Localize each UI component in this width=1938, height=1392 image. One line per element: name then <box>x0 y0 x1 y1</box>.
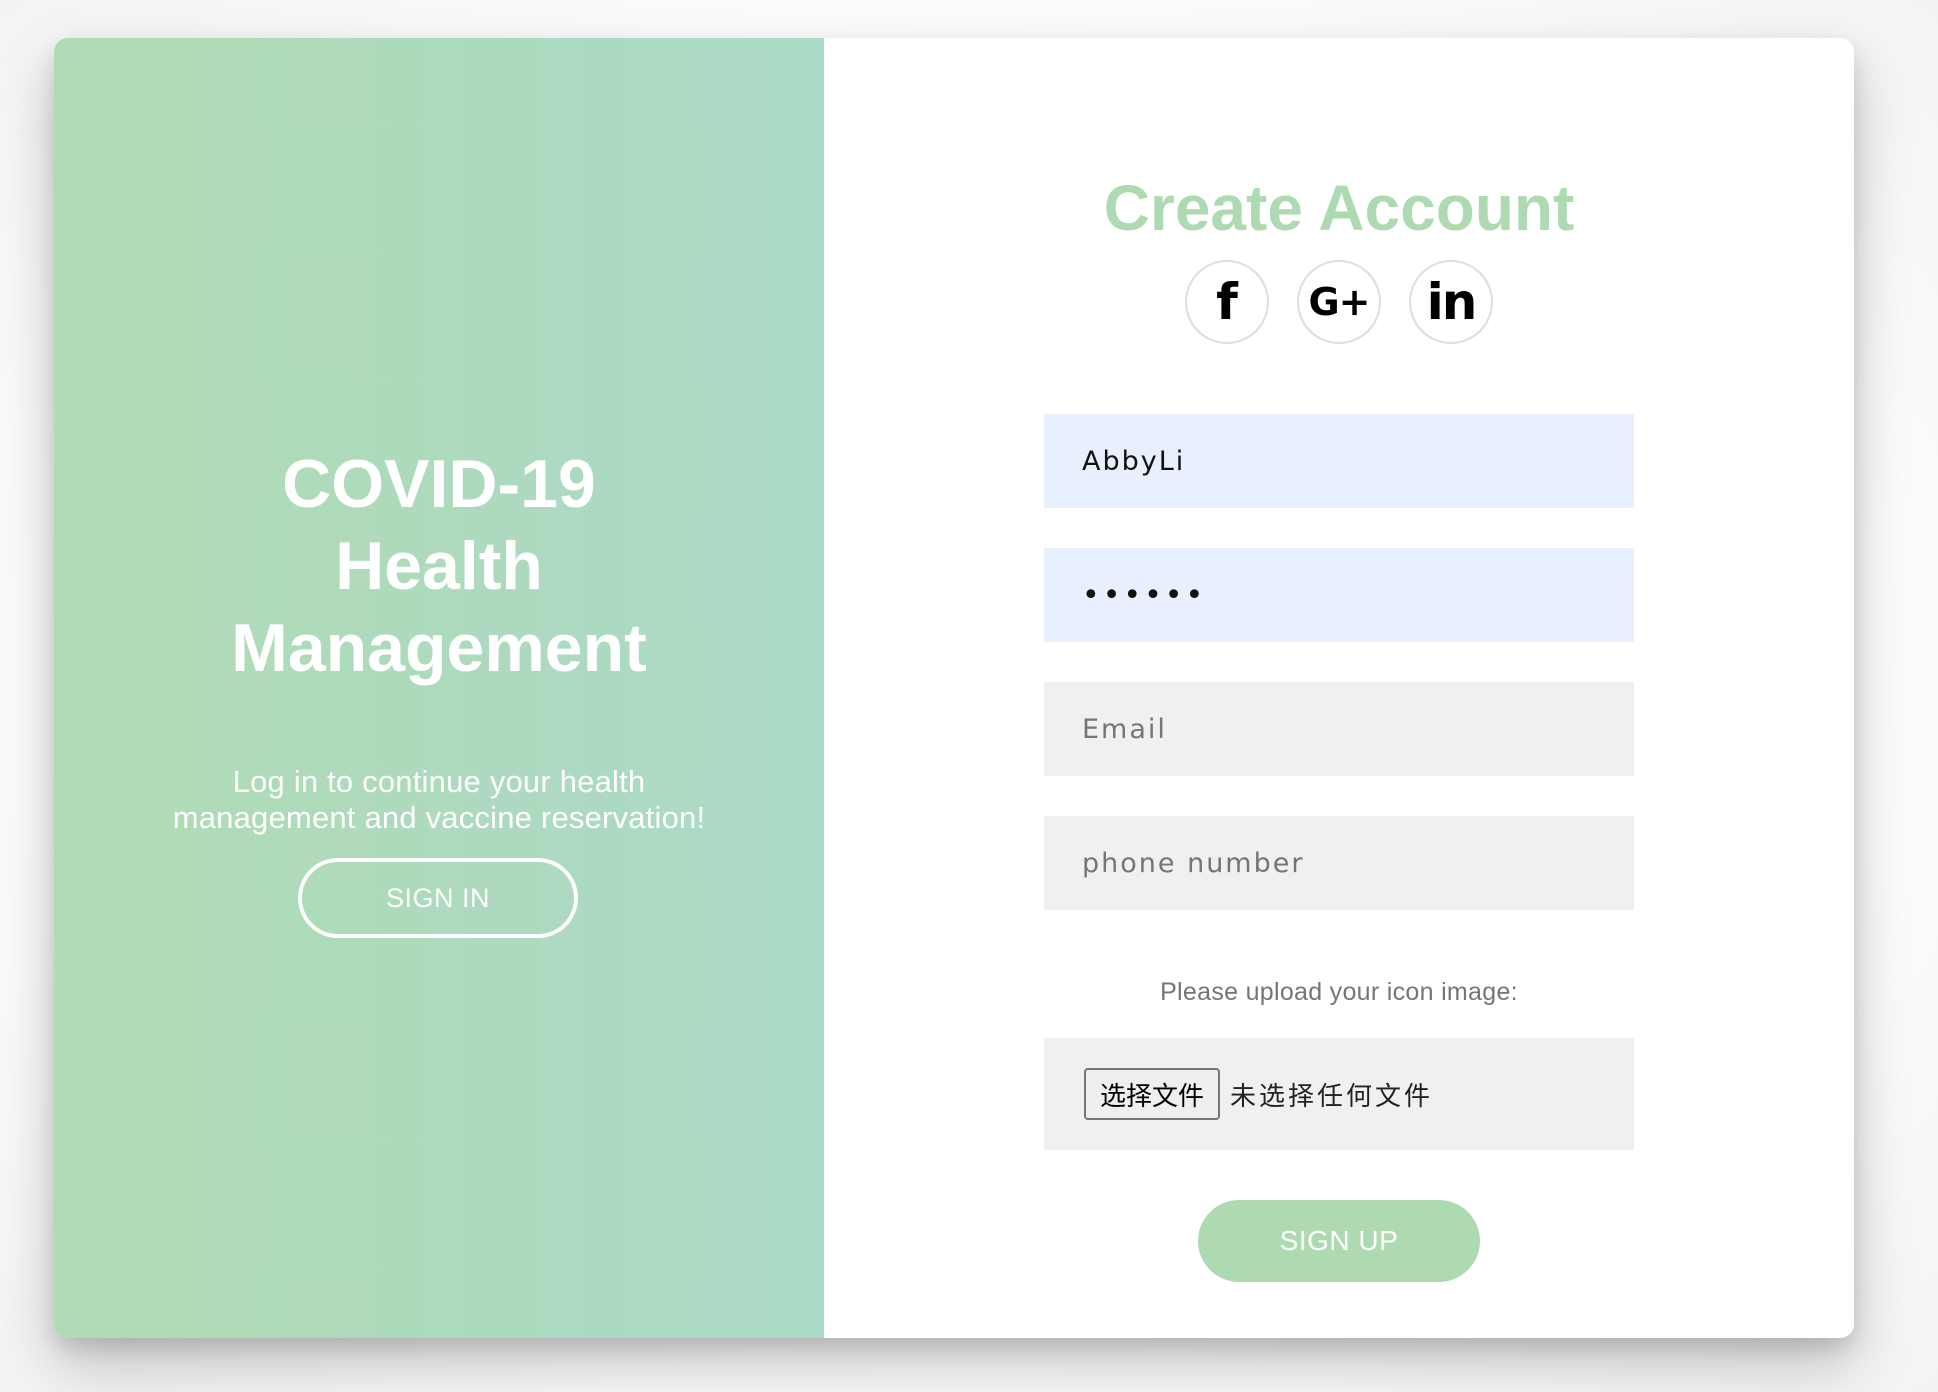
auth-card: COVID-19 Health Management Log in to con… <box>54 38 1854 1338</box>
linkedin-icon: in <box>1426 273 1478 331</box>
sign-up-button[interactable]: SIGN UP <box>1198 1200 1480 1282</box>
app-title: COVID-19 Health Management <box>54 443 824 689</box>
phone-number-input[interactable] <box>1044 816 1634 910</box>
create-account-panel: Create Account f G+ in Please upload you… <box>824 38 1854 1338</box>
app-title-line-2: Health <box>335 528 543 604</box>
social-login-row: f G+ in <box>824 260 1854 344</box>
linkedin-button[interactable]: in <box>1409 260 1493 344</box>
app-title-line-1: COVID-19 <box>282 446 596 522</box>
form-title: Create Account <box>1103 172 1575 244</box>
email-input[interactable] <box>1044 682 1634 776</box>
page-background: COVID-19 Health Management Log in to con… <box>0 0 1938 1392</box>
icon-file-picker: 选择文件 未选择任何文件 <box>1044 1038 1634 1150</box>
sign-in-button[interactable]: SIGN IN <box>298 858 578 938</box>
app-title-line-3: Management <box>231 610 647 686</box>
choose-file-button[interactable]: 选择文件 <box>1084 1068 1221 1120</box>
upload-icon-label: Please upload your icon image: <box>1160 978 1518 1006</box>
welcome-panel: COVID-19 Health Management Log in to con… <box>54 38 824 1338</box>
password-input[interactable] <box>1044 548 1634 642</box>
username-input[interactable] <box>1044 414 1634 508</box>
google-plus-icon: G+ <box>1308 280 1370 324</box>
facebook-button[interactable]: f <box>1185 260 1269 344</box>
welcome-subtitle: Log in to continue your health managemen… <box>172 764 706 835</box>
file-status-text: 未选择任何文件 <box>1230 1081 1434 1112</box>
facebook-icon: f <box>1216 273 1238 331</box>
google-plus-button[interactable]: G+ <box>1297 260 1381 344</box>
